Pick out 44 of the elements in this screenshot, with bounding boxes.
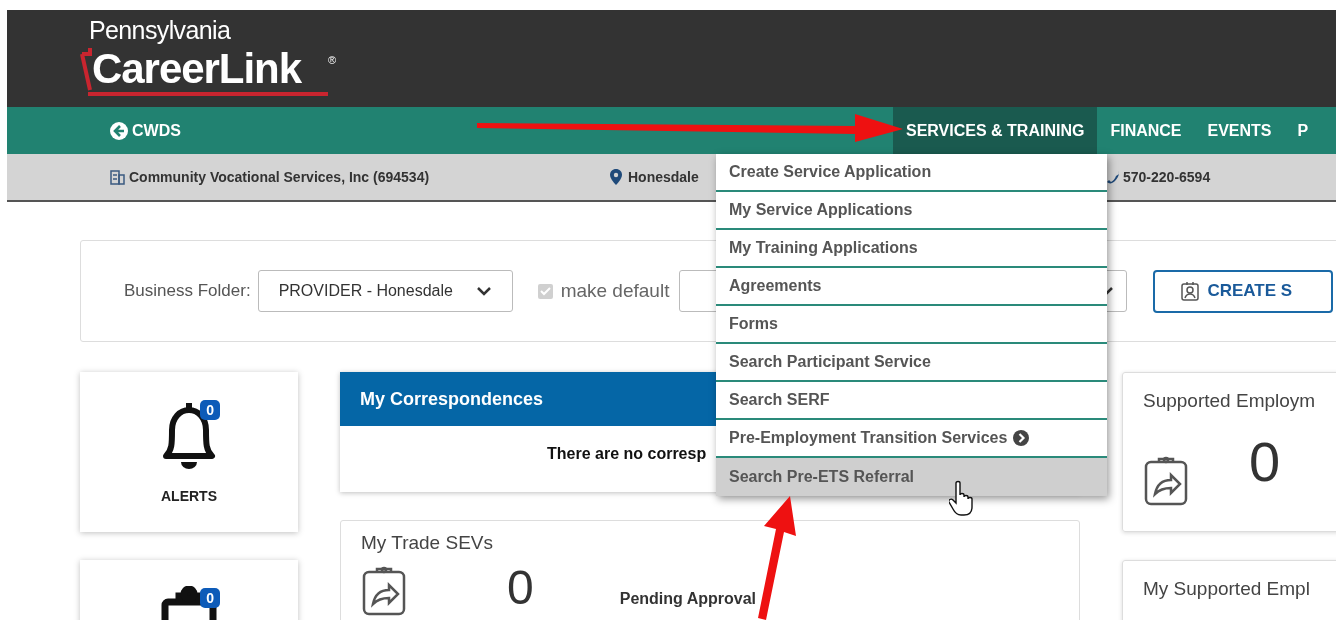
menu-item[interactable]: Create Service Application <box>716 154 1107 192</box>
chevron-down-icon <box>475 286 492 296</box>
menu-item[interactable]: Search Participant Service <box>716 344 1107 382</box>
status-label: Pending Approval <box>619 589 756 608</box>
hand-pointer-icon <box>949 480 975 516</box>
card-title: My Trade SEVs <box>361 532 493 553</box>
alerts-tile[interactable]: 0 ALERTS <box>80 372 298 532</box>
menu-item[interactable]: Agreements <box>716 268 1107 306</box>
location-text: Honesdale <box>628 167 699 187</box>
id-badge-icon <box>1181 281 1200 301</box>
count-badge: 0 <box>200 400 220 420</box>
nav-tab[interactable]: SERVICES & TRAINING <box>893 107 1098 154</box>
panel-title: My Correspondences <box>360 387 544 411</box>
keystone-outline-icon <box>80 46 92 92</box>
organization-text: Community Vocational Services, Inc (694534) <box>129 167 430 187</box>
menu-item[interactable]: My Service Applications <box>716 192 1107 230</box>
count-badge: 0 <box>200 588 220 608</box>
nav-tab[interactable]: EVENTS <box>1194 107 1285 154</box>
registered-mark: ® <box>328 54 337 66</box>
count-value: 0 <box>507 563 534 612</box>
nav-tab[interactable]: P <box>1284 107 1322 154</box>
menu-item[interactable]: Search SERF <box>716 382 1107 420</box>
menu-item[interactable]: Pre-Employment Transition Services <box>716 420 1107 458</box>
card-title: Supported Employm <box>1143 390 1316 411</box>
create-button[interactable]: CREATE S <box>1153 269 1334 313</box>
tile-label: ALERTS <box>161 487 217 506</box>
make-default-label: make default <box>560 278 670 303</box>
menu-item[interactable]: My Training Applications <box>716 230 1107 268</box>
menu-item[interactable]: Search Pre-ETS Referral <box>716 458 1107 496</box>
back-link[interactable]: CWDS <box>110 107 181 154</box>
back-arrow-icon <box>110 121 128 140</box>
card-title: My Supported Empl <box>1143 578 1310 599</box>
folder-label: Business Folder: <box>124 280 251 303</box>
map-pin-icon <box>610 169 622 185</box>
logo-state-text: Pennsylvania <box>89 16 231 44</box>
count-value: 0 <box>1249 433 1281 490</box>
menu-item[interactable]: Forms <box>716 306 1107 344</box>
nav-tab[interactable]: FINANCE <box>1097 107 1195 154</box>
logo-name-text: CareerLink <box>92 48 301 90</box>
empty-message: There are no corresp <box>547 445 707 462</box>
phone-text: 570-220-6594 <box>1123 167 1211 187</box>
building-icon <box>110 169 125 185</box>
folder-select[interactable]: PROVIDER - Honesdale <box>257 270 513 312</box>
alerts-tile[interactable]: 0 <box>80 560 298 620</box>
